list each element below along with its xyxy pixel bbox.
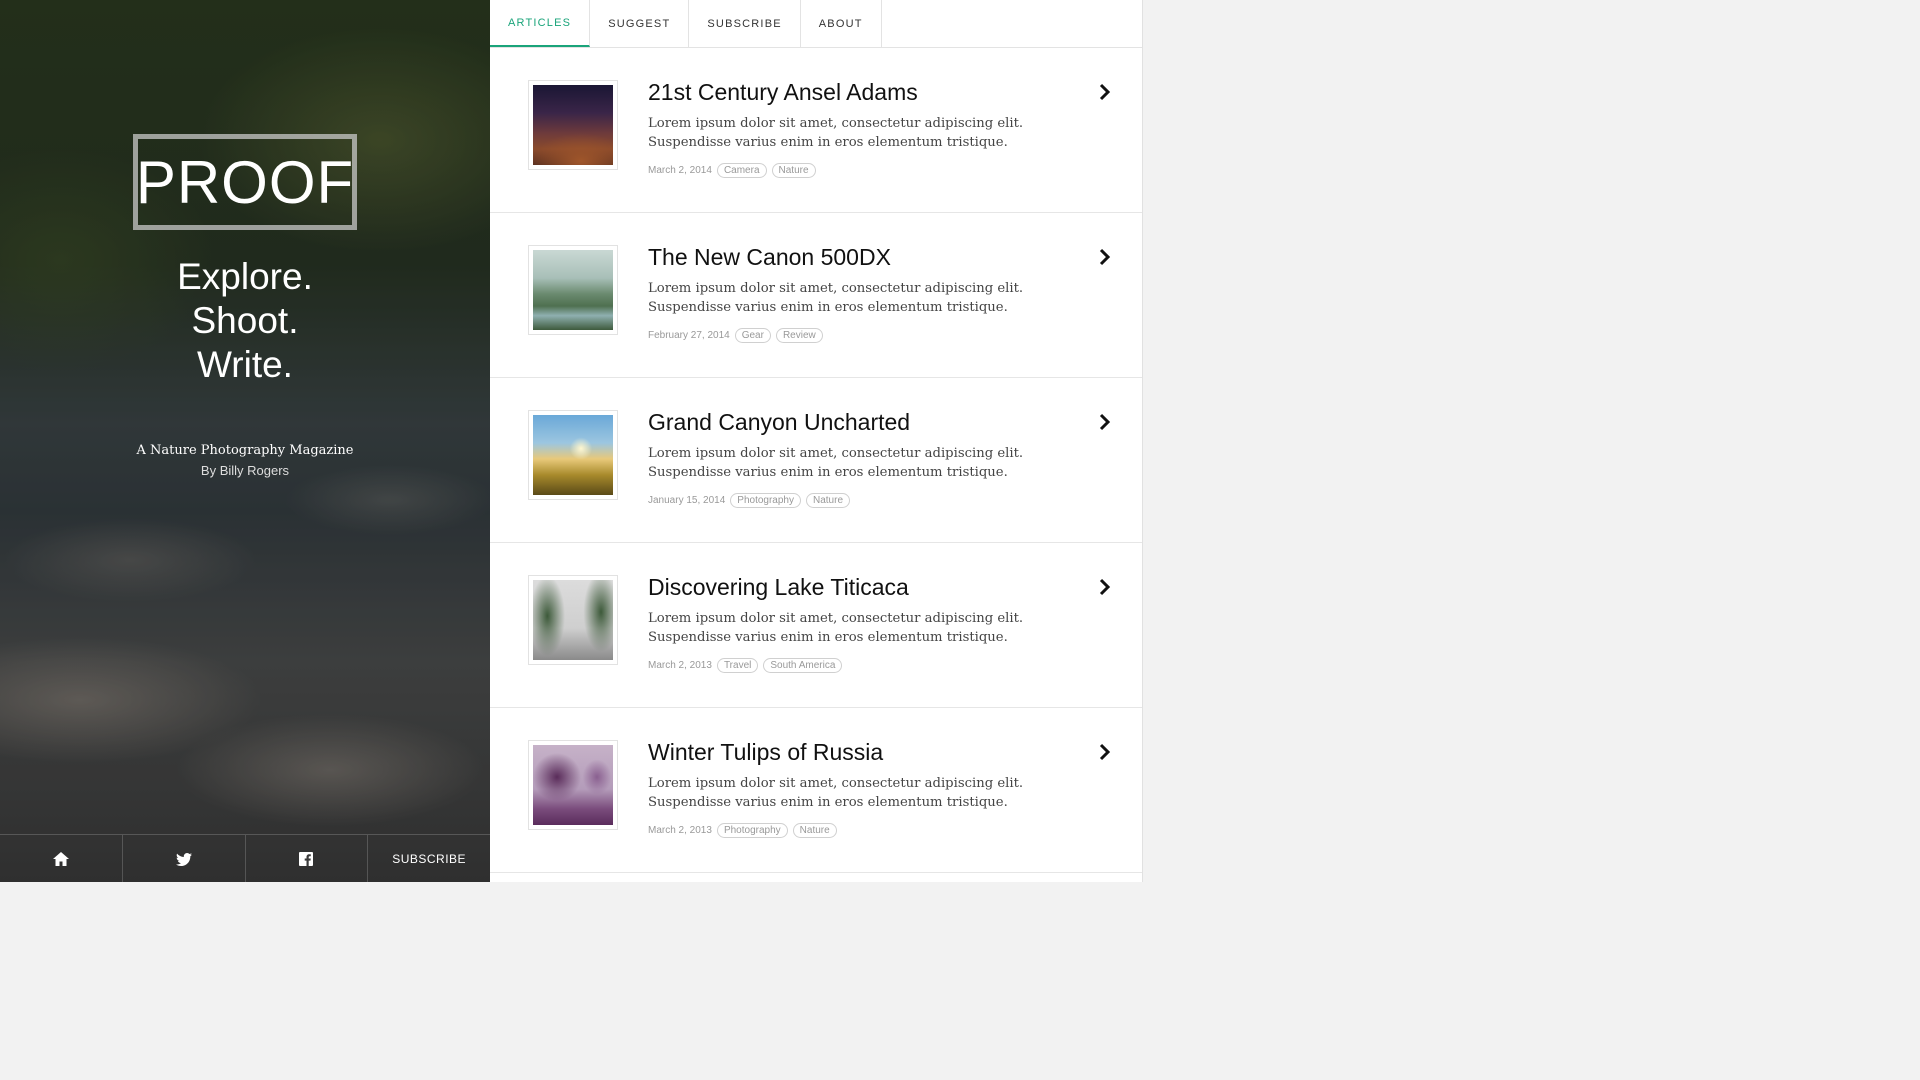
article-item[interactable]: The New Canon 500DX Lorem ipsum dolor si…: [490, 213, 1142, 378]
tab-subscribe[interactable]: SUBSCRIBE: [689, 0, 801, 47]
facebook-icon: [299, 852, 314, 866]
article-thumbnail[interactable]: [528, 245, 618, 335]
article-tag[interactable]: South America: [763, 658, 843, 673]
chevron-right-icon[interactable]: [1098, 577, 1112, 597]
article-thumbnail[interactable]: [528, 410, 618, 500]
magazine-description: A Nature Photography Magazine: [136, 443, 354, 458]
top-nav: ARTICLES SUGGEST SUBSCRIBE ABOUT: [490, 0, 1142, 48]
tab-suggest[interactable]: SUGGEST: [590, 0, 690, 47]
article-item[interactable]: 21st Century Ansel Adams Lorem ipsum dol…: [490, 48, 1142, 213]
article-title[interactable]: Discovering Lake Titicaca: [648, 574, 909, 601]
footer-subscribe-button[interactable]: SUBSCRIBE: [368, 835, 490, 882]
chevron-right-icon[interactable]: [1098, 247, 1112, 267]
hero-background: [0, 0, 490, 882]
article-meta: January 15, 2014 Photography Nature: [648, 493, 851, 508]
article-date: February 27, 2014: [648, 330, 730, 341]
article-excerpt: Lorem ipsum dolor sit amet, consectetur …: [648, 446, 1024, 480]
twitter-icon: [175, 852, 192, 866]
article-meta: March 2, 2014 Camera Nature: [648, 163, 816, 178]
site-logo-text: PROOF: [135, 148, 355, 216]
article-image: [533, 85, 613, 165]
article-tag[interactable]: Nature: [806, 493, 851, 508]
article-title[interactable]: Grand Canyon Uncharted: [648, 409, 910, 436]
article-date: January 15, 2014: [648, 495, 726, 506]
tagline-line-1: Explore.: [177, 256, 313, 297]
home-button[interactable]: [0, 835, 123, 882]
chevron-right-icon[interactable]: [1098, 412, 1112, 432]
article-tag[interactable]: Photography: [730, 493, 801, 508]
article-date: March 2, 2013: [648, 825, 712, 836]
article-tag[interactable]: Nature: [771, 163, 816, 178]
chevron-right-icon[interactable]: [1098, 742, 1112, 762]
main-column: ARTICLES SUGGEST SUBSCRIBE ABOUT 21st Ce…: [490, 0, 1143, 882]
article-tag[interactable]: Camera: [716, 163, 767, 178]
article-image: [533, 250, 613, 330]
article-thumbnail[interactable]: [528, 80, 618, 170]
article-tag[interactable]: Photography: [716, 823, 788, 838]
tab-about[interactable]: ABOUT: [801, 0, 882, 47]
article-excerpt: Lorem ipsum dolor sit amet, consectetur …: [648, 776, 1024, 810]
article-meta: February 27, 2014 Gear Review: [648, 328, 823, 343]
hero-panel: PROOF Explore. Shoot. Write. A Nature Ph…: [0, 0, 490, 882]
article-item[interactable]: Discovering Lake Titicaca Lorem ipsum do…: [490, 543, 1142, 708]
facebook-button[interactable]: [246, 835, 369, 882]
article-thumbnail[interactable]: [528, 740, 618, 830]
chevron-right-icon[interactable]: [1098, 82, 1112, 102]
article-meta: March 2, 2013 Photography Nature: [648, 823, 837, 838]
home-icon: [52, 852, 69, 866]
article-tag[interactable]: Travel: [716, 658, 759, 673]
article-tag[interactable]: Review: [775, 328, 823, 343]
article-title[interactable]: 21st Century Ansel Adams: [648, 79, 918, 106]
tagline-line-3: Write.: [197, 344, 293, 385]
twitter-button[interactable]: [123, 835, 246, 882]
author-byline: By Billy Rogers: [200, 463, 290, 478]
article-image: [533, 580, 613, 660]
article-item[interactable]: Winter Tulips of Russia Lorem ipsum dolo…: [490, 708, 1142, 873]
site-logo[interactable]: PROOF: [133, 134, 357, 230]
article-date: March 2, 2014: [648, 165, 712, 176]
article-excerpt: Lorem ipsum dolor sit amet, consectetur …: [648, 116, 1024, 150]
article-tag[interactable]: Nature: [792, 823, 837, 838]
article-title[interactable]: The New Canon 500DX: [648, 244, 891, 271]
article-thumbnail[interactable]: [528, 575, 618, 665]
article-item[interactable]: Grand Canyon Uncharted Lorem ipsum dolor…: [490, 378, 1142, 543]
article-tag[interactable]: Gear: [734, 328, 771, 343]
article-date: March 2, 2013: [648, 660, 712, 671]
article-meta: March 2, 2013 Travel South America: [648, 658, 843, 673]
article-image: [533, 415, 613, 495]
article-excerpt: Lorem ipsum dolor sit amet, consectetur …: [648, 611, 1024, 645]
hero-footer: SUBSCRIBE: [0, 834, 490, 882]
tab-articles[interactable]: ARTICLES: [490, 0, 591, 47]
article-image: [533, 745, 613, 825]
tagline-line-2: Shoot.: [191, 300, 299, 341]
article-title[interactable]: Winter Tulips of Russia: [648, 739, 883, 766]
article-excerpt: Lorem ipsum dolor sit amet, consectetur …: [648, 281, 1024, 315]
